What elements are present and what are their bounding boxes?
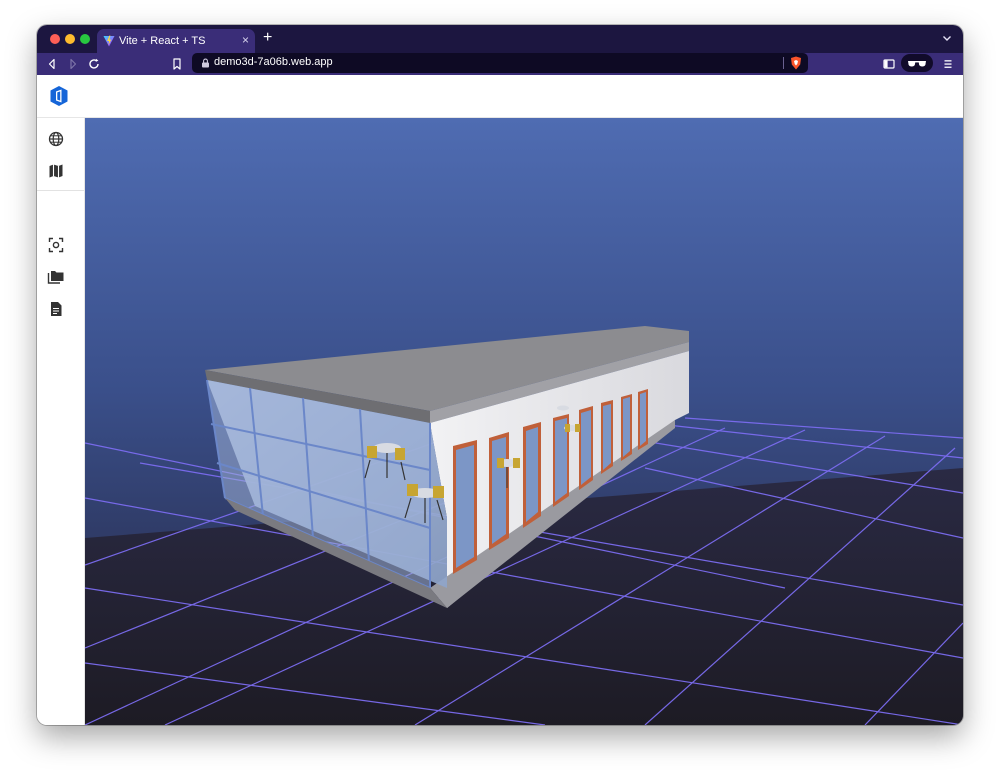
lock-icon [202,58,209,68]
scene-canvas[interactable] [85,118,963,725]
back-icon[interactable] [45,57,59,71]
maximize-window-button[interactable] [80,34,90,44]
new-tab-button[interactable]: + [263,28,272,48]
document-icon[interactable] [47,300,65,318]
sidebar-toggle-icon[interactable] [882,57,896,71]
address-bar[interactable]: demo3d-7a06b.web.app [192,53,808,73]
forward-icon[interactable] [66,57,80,71]
sidebar-divider [37,190,84,191]
url-text: demo3d-7a06b.web.app [214,56,333,68]
menu-icon[interactable] [941,57,955,71]
brave-shield-icon[interactable] [790,56,802,70]
tab-close-button[interactable]: × [242,33,249,47]
app-sidebar [37,118,85,725]
minimize-window-button[interactable] [65,34,75,44]
map-icon[interactable] [47,162,65,180]
private-window-badge[interactable] [901,54,933,72]
app-logo-icon[interactable] [49,85,69,107]
private-glasses-icon [908,61,926,67]
address-bar-divider [783,57,784,69]
3d-viewport[interactable] [85,118,963,725]
browser-tab[interactable]: Vite + React + TS × [97,29,255,53]
bookmark-icon[interactable] [170,57,184,71]
tab-title: Vite + React + TS [119,35,206,47]
reload-icon[interactable] [87,57,101,71]
folders-icon[interactable] [47,268,65,286]
globe-icon[interactable] [47,130,65,148]
tabs-chevron-icon[interactable] [941,32,953,44]
browser-window: Vite + React + TS × + demo3d-7a06b.web.a… [37,25,963,725]
app-header [37,75,963,118]
focus-frame-icon[interactable] [47,236,65,254]
close-window-button[interactable] [50,34,60,44]
vite-icon [103,35,115,47]
tab-strip: Vite + React + TS × + [37,25,963,53]
browser-toolbar: demo3d-7a06b.web.app [37,53,963,75]
